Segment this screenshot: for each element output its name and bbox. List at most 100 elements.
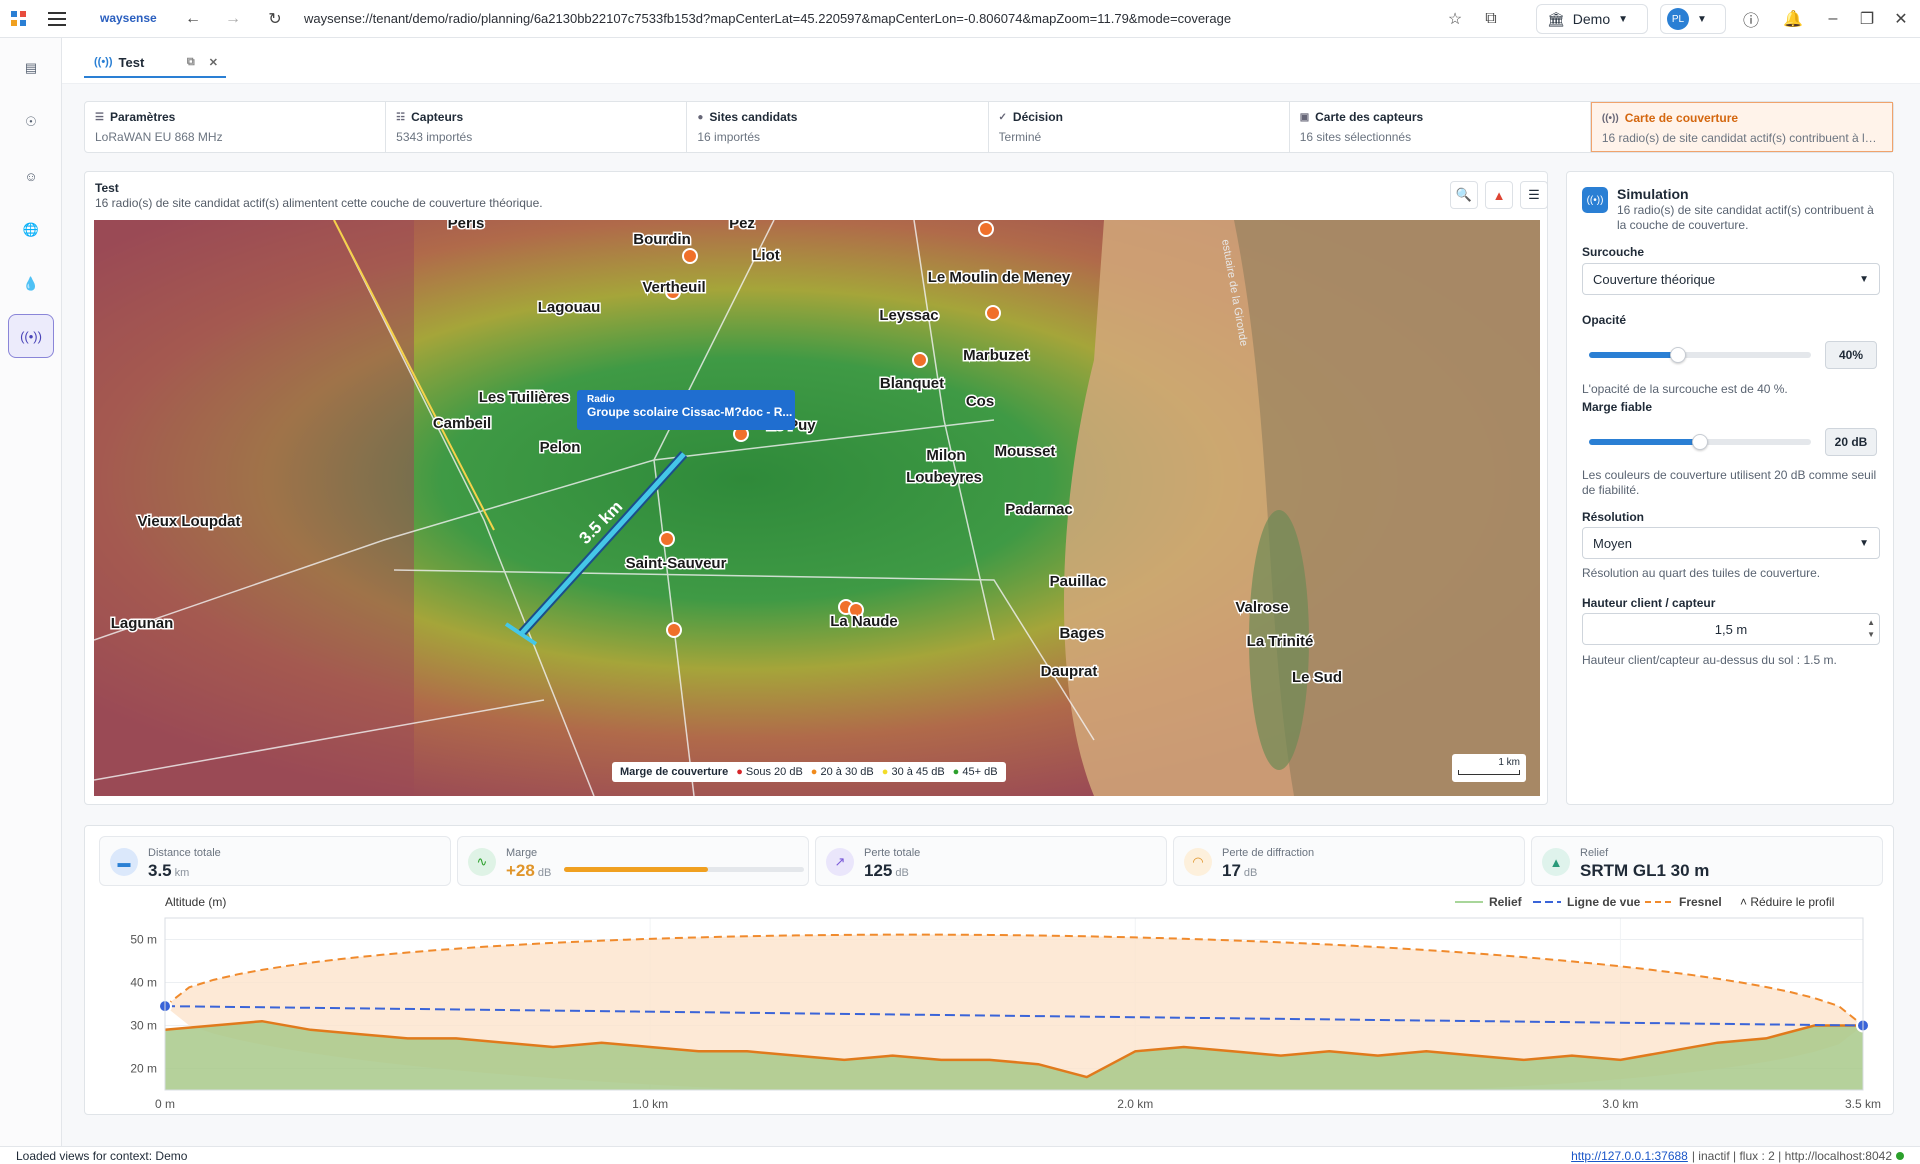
place-label: Cos <box>966 393 994 410</box>
resolution-value: Moyen <box>1593 535 1633 551</box>
legend-label: Ligne de vue <box>1567 895 1641 909</box>
stat-card: ▬ Distance totale 3.5 km <box>99 836 451 886</box>
radio-popup[interactable]: Radio Groupe scolaire Cissac-M?doc - R..… <box>577 390 795 430</box>
opacity-slider[interactable] <box>1589 347 1811 363</box>
step-title-row: ● Sites candidats <box>697 110 977 124</box>
height-input[interactable]: 1,5 m ▲ ▼ <box>1582 613 1880 645</box>
legend-title: Marge de couverture <box>620 766 729 778</box>
step-4[interactable]: ▣ Carte des capteurs 16 sites sélectionnés <box>1290 102 1591 152</box>
overlay-value: Couverture théorique <box>1593 271 1716 287</box>
layers-button[interactable]: ☰ <box>1520 181 1548 209</box>
site-marker[interactable] <box>985 305 1001 321</box>
sidebar: ▤ ☉ ☺ 🌐 💧 ((•)) <box>0 38 62 1146</box>
legend-items: ● Sous 20 dB ● 20 à 30 dB ● 30 à 45 dB ● 45… <box>736 766 997 778</box>
star-icon[interactable]: ☆ <box>1440 4 1470 34</box>
place-label: Les Tuilières <box>479 389 570 406</box>
step-1[interactable]: ☷ Capteurs 5343 importés <box>386 102 688 152</box>
opacity-label: Opacité <box>1582 313 1627 327</box>
opacity-value[interactable]: 40% <box>1825 341 1877 369</box>
place-label: Cambeil <box>433 415 491 432</box>
margin-slider-knob[interactable] <box>1692 434 1708 450</box>
user-menu[interactable]: PL ▼ <box>1660 4 1726 34</box>
map-icon: ▣ <box>1299 111 1310 123</box>
chevron-down-icon: ▼ <box>1859 537 1869 549</box>
x-tick-label: 3.0 km <box>1602 1097 1638 1111</box>
margin-bar-fill <box>564 867 708 872</box>
tenant-selector[interactable]: 🏛 Demo ▼ <box>1536 4 1648 34</box>
reload-icon[interactable]: ↻ <box>260 4 290 34</box>
minimize-icon[interactable]: – <box>1818 4 1848 34</box>
sidebar-item-radio[interactable]: ((•)) <box>8 314 54 358</box>
close-tab-icon[interactable]: ✕ <box>209 56 218 69</box>
close-icon[interactable]: ✕ <box>1886 4 1916 34</box>
step-3[interactable]: ✓ Décision Terminé <box>989 102 1290 152</box>
help-icon[interactable]: ⓘ <box>1736 4 1766 34</box>
weak-zone <box>94 220 414 796</box>
y-tick-label: 20 m <box>130 1062 157 1076</box>
place-label: Liot <box>752 247 780 264</box>
opacity-slider-fill <box>1589 352 1678 358</box>
stat-number: 125 <box>864 861 893 880</box>
place-label: Pelon <box>540 439 581 456</box>
step-title: Paramètres <box>109 110 176 124</box>
overlay-select[interactable]: Couverture théorique ▼ <box>1582 263 1880 295</box>
site-marker[interactable] <box>912 352 928 368</box>
margin-slider[interactable] <box>1589 434 1811 450</box>
forward-icon[interactable]: → <box>218 4 248 34</box>
status-link[interactable]: http://127.0.0.1:37688 <box>1571 1149 1688 1163</box>
map-subtitle: 16 radio(s) de site candidat actif(s) al… <box>95 196 543 210</box>
stat-card: ∿ Marge +28 dB <box>457 836 809 886</box>
place-label: Milon <box>926 447 965 464</box>
sidebar-item-globe[interactable]: 🌐 <box>8 208 54 252</box>
stepper-icon[interactable]: ▲ ▼ <box>1867 617 1875 641</box>
overlay-label: Surcouche <box>1582 245 1645 259</box>
network-icon: ☉ <box>25 114 37 129</box>
address-bar[interactable]: waysense://tenant/demo/radio/planning/6a… <box>304 11 1231 26</box>
sidebar-item-contacts[interactable]: ☺ <box>8 154 54 198</box>
place-label: Lagouau <box>538 299 601 316</box>
stat-value: SRTM GL1 30 m <box>1580 861 1712 881</box>
site-marker[interactable] <box>978 221 994 237</box>
map-canvas[interactable]: 3.5 km estuaire de la Gironde PezBourdin… <box>94 220 1540 796</box>
coverage-map[interactable]: 3.5 km estuaire de la Gironde Pez Bourdin… <box>94 220 1540 796</box>
stat-number: +28 <box>506 861 535 880</box>
maximize-icon[interactable]: ❐ <box>1852 4 1882 34</box>
margin-value[interactable]: 20 dB <box>1825 428 1877 456</box>
legend-item: ● 20 à 30 dB <box>811 766 874 778</box>
compass-button[interactable]: ▲ <box>1485 181 1513 209</box>
sidebar-item-network[interactable]: ☉ <box>8 100 54 144</box>
bell-icon[interactable]: 🔔 <box>1778 4 1808 34</box>
place-label: Bages <box>1059 625 1104 642</box>
step-5[interactable]: ((•)) Carte de couverture 16 radio(s) de s… <box>1590 102 1894 152</box>
legend-item: ● Sous 20 dB <box>736 766 803 778</box>
x-tick-label: 3.5 km <box>1845 1097 1881 1111</box>
opacity-slider-knob[interactable] <box>1669 347 1686 363</box>
popout-icon[interactable]: ⧉ <box>187 56 195 69</box>
copy-icon[interactable]: ⧉ <box>1476 4 1506 34</box>
stat-number: 17 <box>1222 861 1241 880</box>
list-icon: ☰ <box>95 111 104 123</box>
site-marker[interactable] <box>659 531 675 547</box>
status-dot-icon <box>1896 1152 1904 1160</box>
site-marker[interactable] <box>666 622 682 638</box>
place-label: Leyssac <box>879 307 938 324</box>
site-marker[interactable] <box>682 248 698 264</box>
resolution-select[interactable]: Moyen ▼ <box>1582 527 1880 559</box>
menu-icon[interactable] <box>42 4 72 34</box>
place-label: La Trinité <box>1247 633 1314 650</box>
y-axis-label: Altitude (m) <box>165 895 226 909</box>
collapse-profile-button[interactable]: ˄ Réduire le profil <box>1740 895 1834 909</box>
tab-test[interactable]: ((•)) Test ⧉ ✕ <box>84 48 226 78</box>
legend-dot-icon: ● <box>952 766 960 778</box>
sidebar-item-servers[interactable]: ▤ <box>8 46 54 90</box>
step-0[interactable]: ☰ Paramètres LoRaWAN EU 868 MHz <box>85 102 387 152</box>
profile-panel: ▬ Distance totale 3.5 km ∿ Marge +28 dB ↗ Pe… <box>84 825 1894 1115</box>
search-button[interactable]: 🔍 <box>1450 181 1478 209</box>
back-icon[interactable]: ← <box>178 4 208 34</box>
status-right: http://127.0.0.1:37688 | inactif | flux … <box>1571 1149 1904 1163</box>
step-2[interactable]: ● Sites candidats 16 importés <box>687 102 989 152</box>
stat-unit: dB <box>895 867 909 879</box>
sidebar-item-water[interactable]: 💧 <box>8 262 54 306</box>
avatar: PL <box>1667 8 1689 30</box>
stat-label: Relief <box>1580 847 1609 859</box>
